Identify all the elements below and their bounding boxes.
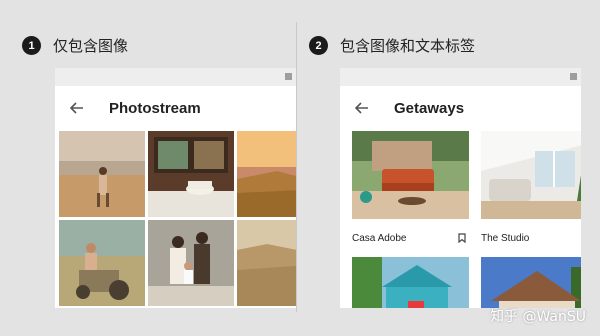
right-heading: 2 包含图像和文本标签 [309,35,475,56]
photo-landscape-vista[interactable] [237,220,296,306]
back-arrow-icon[interactable] [69,100,85,116]
app-title: Photostream [109,99,201,117]
card-teal-house[interactable] [352,257,469,308]
photo-coastal-sunset[interactable] [237,131,296,217]
card-image [352,131,469,219]
app-bar: Photostream [55,86,296,130]
app-title: Getaways [394,99,465,117]
photo-family-portrait[interactable] [148,220,234,306]
card-grid: Casa Adobe The Studio [352,131,581,308]
photo-grid [59,131,296,306]
photo-men-with-tractor[interactable] [59,220,145,306]
step-badge-1: 1 [22,36,41,55]
card-image [481,131,581,219]
card-image [352,257,469,308]
right-heading-text: 包含图像和文本标签 [340,37,476,55]
left-heading: 1 仅包含图像 [22,35,128,56]
status-bar [340,68,581,86]
watermark: 知乎 @WanSU [490,309,586,325]
left-panel: 1 仅包含图像 Photostream [0,0,300,336]
card-label: Casa Adobe [352,232,407,244]
status-bar [55,68,296,86]
app-bar: Getaways [340,86,581,130]
left-heading-text: 仅包含图像 [53,37,129,55]
right-panel: 2 包含图像和文本标签 Getaways Casa Adobe The Stud… [300,0,600,336]
card-image [481,257,581,308]
photo-kitchen-cake[interactable] [148,131,234,217]
getaways-phone: Getaways Casa Adobe The Studio [340,68,581,308]
status-square-icon [285,73,292,80]
panel-divider [296,22,297,312]
step-badge-2: 2 [309,36,328,55]
card-the-studio[interactable]: The Studio [481,131,581,257]
card-label: The Studio [481,232,530,244]
bookmark-icon[interactable] [458,233,466,243]
card-caption: The Studio [481,219,581,257]
photostream-phone: Photostream [55,68,296,308]
back-arrow-icon[interactable] [354,100,370,116]
status-square-icon [570,73,577,80]
card-caption: Casa Adobe [352,219,469,257]
card-casa-adobe[interactable]: Casa Adobe [352,131,469,257]
card-cottage[interactable] [481,257,581,308]
photo-beach-portrait[interactable] [59,131,145,217]
